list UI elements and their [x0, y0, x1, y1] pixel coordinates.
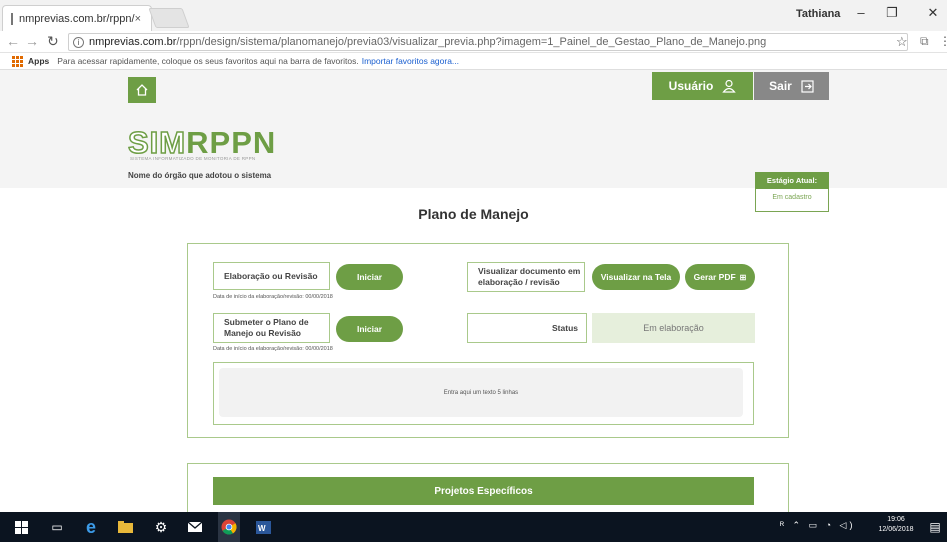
stage-value: Em cadastro: [772, 194, 812, 201]
close-window-icon[interactable]: ✕: [924, 5, 942, 21]
logout-icon: [801, 79, 814, 93]
chrome-icon[interactable]: [218, 512, 240, 542]
logo-subtitle: SISTEMA INFORMATIZADO DE MONITORIA DE RP…: [130, 156, 256, 161]
projetos-title: Projetos Específicos: [213, 477, 754, 505]
new-tab-button[interactable]: [148, 8, 190, 28]
logout-button[interactable]: Sair: [754, 72, 829, 100]
bookmarks-hint: Para acessar rapidamente, coloque os seu…: [57, 56, 359, 66]
logout-button-label: Sair: [769, 79, 792, 93]
status-label: Status: [467, 313, 587, 343]
windows-start-icon[interactable]: [10, 512, 32, 542]
minimize-icon[interactable]: –: [852, 5, 870, 20]
notifications-icon[interactable]: ▤: [925, 512, 945, 542]
bookmarks-bar: Apps Para acessar rapidamente, coloque o…: [0, 53, 947, 70]
word-icon[interactable]: W: [252, 512, 274, 542]
edge-icon[interactable]: e: [80, 512, 102, 542]
stage-label: Estágio Atual:: [755, 172, 829, 189]
logo-sim: SIM: [127, 125, 187, 160]
mail-icon[interactable]: [184, 512, 206, 542]
submeter-date: Data de início da elaboração/revisão: 00…: [213, 346, 333, 352]
iniciar-elaboracao-button[interactable]: Iniciar: [336, 264, 403, 290]
iniciar-submeter-button[interactable]: Iniciar: [336, 316, 403, 342]
menu-icon[interactable]: ⋮: [939, 34, 947, 48]
elaboracao-date: Data de início da elaboração/revisão: 00…: [213, 294, 333, 300]
visualizar-tela-button[interactable]: Visualizar na Tela: [592, 264, 680, 290]
org-name: Nome do órgão que adotou o sistema: [128, 171, 272, 180]
reload-icon[interactable]: ↻: [47, 33, 59, 50]
apps-grid-icon: [12, 55, 23, 67]
text-area: Entra aqui um texto 5 linhas: [219, 368, 743, 417]
visualizar-label: Visualizar documento em elaboração / rev…: [467, 262, 585, 292]
address-bar[interactable]: i nmprevias.com.br/rppn/design/sistema/p…: [68, 33, 908, 51]
system-tray-icons[interactable]: ᴿ ⌃ ▭ ◔ ◁): [780, 520, 855, 531]
pdf-export-icon: ⊞: [739, 272, 747, 282]
tab-close-icon[interactable]: ×: [135, 13, 141, 25]
extension-icon[interactable]: ⧉: [920, 34, 929, 49]
submeter-label: Submeter o Plano de Manejo ou Revisão: [213, 313, 330, 343]
bookmark-star-icon[interactable]: ☆: [896, 34, 908, 50]
apps-link[interactable]: Apps: [28, 56, 49, 66]
user-icon: [722, 79, 737, 93]
file-explorer-icon[interactable]: [114, 512, 136, 542]
back-icon[interactable]: ←: [6, 33, 20, 49]
status-value: Em elaboração: [592, 313, 755, 343]
tab-title: nmprevias.com.br/rppn/: [19, 12, 135, 25]
profile-name[interactable]: Tathiana: [796, 8, 840, 20]
page-title: Plano de Manejo: [418, 206, 529, 222]
clock-time: 19:06: [887, 516, 905, 523]
simrppn-logo: SIMRPPN: [127, 125, 277, 160]
clock-date: 12/06/2018: [878, 526, 914, 533]
home-icon: [136, 84, 148, 96]
document-icon: [11, 12, 14, 25]
settings-gear-icon[interactable]: ⚙: [150, 512, 172, 542]
browser-tab[interactable]: nmprevias.com.br/rppn/ ×: [2, 5, 152, 31]
maximize-icon[interactable]: ❐: [883, 5, 901, 21]
user-button[interactable]: Usuário: [652, 72, 753, 100]
url-path: /rppn/design/sistema/planomanejo/previa0…: [176, 36, 767, 48]
logo-rppn: RPPN: [186, 125, 277, 160]
info-icon[interactable]: i: [73, 36, 84, 48]
user-button-label: Usuário: [668, 79, 714, 93]
gerar-pdf-label: Gerar PDF: [693, 272, 736, 282]
elaboracao-label: Elaboração ou Revisão: [213, 262, 330, 290]
forward-icon[interactable]: →: [25, 33, 39, 49]
task-view-icon[interactable]: ▭: [46, 512, 68, 542]
url-host: nmprevias.com.br: [89, 36, 177, 48]
svg-text:W: W: [258, 524, 266, 533]
import-bookmarks-link[interactable]: Importar favoritos agora...: [362, 56, 459, 66]
gerar-pdf-button[interactable]: Gerar PDF ⊞: [685, 264, 755, 290]
taskbar-clock[interactable]: 19:06 12/06/2018: [875, 515, 917, 535]
home-button[interactable]: [128, 77, 156, 103]
